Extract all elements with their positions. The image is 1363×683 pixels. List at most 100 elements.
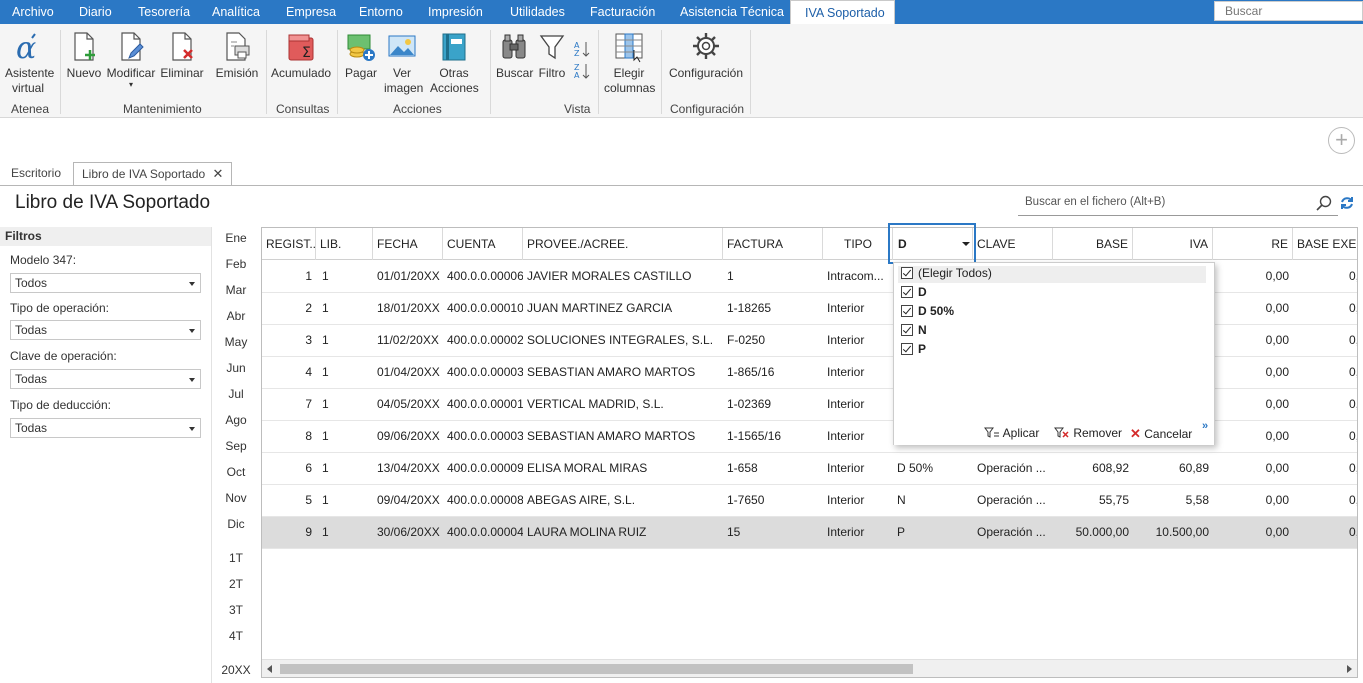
elegir-columnas-button[interactable]: Elegir columnas	[604, 30, 655, 96]
buscar-button[interactable]: Buscar	[496, 30, 533, 81]
search-icon[interactable]	[1316, 195, 1332, 211]
menu-utilidades[interactable]: Utilidades	[510, 0, 565, 24]
close-icon[interactable]: ✕	[213, 166, 224, 181]
otras-acciones-button[interactable]: Otras Acciones	[430, 30, 479, 96]
sort-button[interactable]: AZZA	[572, 30, 592, 82]
checkbox-icon[interactable]	[901, 343, 913, 355]
column-header-proveedor[interactable]: PROVEE./ACREE.	[523, 228, 723, 260]
table-row[interactable]: 6 1 13/04/20XX 400.0.0.00009 ELISA MORAL MIR…	[262, 453, 1357, 485]
quarter-4t[interactable]: 4T	[222, 629, 250, 643]
acumulado-button[interactable]: Σ Acumulado	[271, 30, 331, 81]
scroll-left-icon[interactable]	[267, 665, 272, 673]
column-header-base[interactable]: BASE	[1053, 228, 1133, 260]
horizontal-scrollbar[interactable]	[262, 659, 1357, 677]
remover-button[interactable]: Remover	[1054, 426, 1122, 440]
quarter-1t[interactable]: 1T	[222, 551, 250, 565]
month-feb[interactable]: Feb	[222, 257, 250, 271]
asistente-virtual-label: Asistente virtual	[5, 66, 55, 95]
filter-option-p[interactable]: P	[901, 342, 926, 359]
aplicar-button[interactable]: Aplicar	[984, 426, 1039, 440]
ver-imagen-button[interactable]: Ver imagen	[384, 30, 423, 96]
filter-option-d[interactable]: D	[901, 285, 927, 302]
d-column-filter-header[interactable]: D	[888, 223, 976, 264]
group-label-mantenimiento: Mantenimiento	[123, 102, 202, 116]
month-jul[interactable]: Jul	[222, 387, 250, 401]
cell-registro: 1	[305, 269, 312, 283]
month-jun[interactable]: Jun	[222, 361, 250, 375]
nuevo-button[interactable]: Nuevo	[66, 30, 102, 81]
pagar-button[interactable]: Pagar	[343, 30, 379, 81]
menu-impresion[interactable]: Impresión	[428, 0, 483, 24]
eliminar-button[interactable]: Eliminar	[160, 30, 204, 81]
column-header-lib[interactable]: LIB.	[316, 228, 373, 260]
more-options-icon[interactable]: »	[1202, 420, 1208, 432]
scrollbar-thumb[interactable]	[280, 664, 913, 674]
filtro-button[interactable]: Filtro	[536, 30, 568, 81]
tipo-deduccion-select[interactable]: Todas	[10, 418, 201, 438]
column-header-registro[interactable]: REGIST...	[262, 228, 316, 260]
column-header-re[interactable]: RE	[1213, 228, 1293, 260]
month-may[interactable]: May	[222, 335, 250, 349]
quarter-2t[interactable]: 2T	[222, 577, 250, 591]
cell-cuenta: 400.0.0.00009	[447, 461, 523, 475]
month-oct[interactable]: Oct	[222, 465, 250, 479]
column-header-factura[interactable]: FACTURA	[723, 228, 823, 260]
menu-asistencia-tecnica[interactable]: Asistencia Técnica	[680, 0, 784, 24]
aplicar-label: Aplicar	[1002, 426, 1040, 440]
checkbox-icon[interactable]	[901, 305, 913, 317]
cancelar-button[interactable]: ✕ Cancelar	[1130, 426, 1192, 442]
month-sep[interactable]: Sep	[222, 439, 250, 453]
menu-iva-soportado[interactable]: IVA Soportado	[790, 0, 895, 25]
emision-button[interactable]: Emisión	[215, 30, 259, 81]
modificar-button[interactable]: Modificar ▾	[106, 30, 156, 89]
filter-option-n[interactable]: N	[901, 323, 927, 340]
month-ene[interactable]: Ene	[222, 231, 250, 245]
month-mar[interactable]: Mar	[222, 283, 250, 297]
global-search-input[interactable]	[1215, 2, 1362, 20]
year-20xx[interactable]: 20XX	[220, 663, 252, 677]
column-header-tipo[interactable]: TIPO	[823, 228, 893, 260]
column-header-cuenta[interactable]: CUENTA	[443, 228, 523, 260]
ribbon-separator	[60, 30, 61, 114]
checkbox-icon[interactable]	[901, 267, 913, 279]
checkbox-icon[interactable]	[901, 324, 913, 336]
cell-re: 0,00	[1265, 301, 1289, 315]
menu-empresa[interactable]: Empresa	[286, 0, 336, 24]
chevron-down-icon[interactable]	[962, 242, 970, 246]
menu-bar: Archivo Diario Tesorería Analítica Empre…	[0, 0, 1363, 25]
sort-az-icon: AZZA	[574, 41, 590, 80]
asistente-virtual-button[interactable]: α Asistente virtual	[5, 30, 55, 96]
table-row[interactable]: 9 1 30/06/20XX 400.0.0.00004 LAURA MOLINA RU…	[262, 517, 1357, 549]
menu-analitica[interactable]: Analítica	[212, 0, 260, 24]
file-search[interactable]: Buscar en el fichero (Alt+B)	[1018, 192, 1338, 216]
checkbox-icon[interactable]	[901, 286, 913, 298]
configuracion-button[interactable]: Configuración	[668, 30, 744, 81]
filter-option-d50[interactable]: D 50%	[901, 304, 954, 321]
column-header-fecha[interactable]: FECHA	[373, 228, 443, 260]
column-header-iva[interactable]: IVA	[1133, 228, 1213, 260]
clave-operacion-select[interactable]: Todas	[10, 369, 201, 389]
cell-proveedor: VERTICAL MADRID, S.L.	[527, 397, 664, 411]
table-row[interactable]: 5 1 09/04/20XX 400.0.0.00008 ABEGAS AIRE, S.…	[262, 485, 1357, 517]
quarter-3t[interactable]: 3T	[222, 603, 250, 617]
menu-archivo[interactable]: Archivo	[12, 0, 54, 24]
tab-libro-iva-soportado[interactable]: Libro de IVA Soportado ✕	[73, 162, 233, 186]
month-nov[interactable]: Nov	[222, 491, 250, 505]
menu-entorno[interactable]: Entorno	[359, 0, 403, 24]
filter-option-elegir-todos[interactable]: (Elegir Todos)	[898, 266, 1206, 283]
column-header-clave[interactable]: CLAVE	[973, 228, 1053, 260]
menu-diario[interactable]: Diario	[79, 0, 112, 24]
modelo-347-select[interactable]: Todos	[10, 273, 201, 293]
add-tab-button[interactable]: +	[1328, 127, 1355, 154]
month-abr[interactable]: Abr	[222, 309, 250, 323]
month-dic[interactable]: Dic	[222, 517, 250, 531]
tipo-operacion-select[interactable]: Todas	[10, 320, 201, 340]
column-header-base-exenta[interactable]: BASE EXENT	[1293, 228, 1357, 260]
scroll-right-icon[interactable]	[1347, 665, 1352, 673]
menu-facturacion[interactable]: Facturación	[590, 0, 655, 24]
month-ago[interactable]: Ago	[222, 413, 250, 427]
menu-tesoreria[interactable]: Tesorería	[138, 0, 190, 24]
tab-escritorio[interactable]: Escritorio	[3, 162, 69, 186]
global-search[interactable]	[1214, 1, 1363, 21]
refresh-icon[interactable]	[1339, 195, 1355, 211]
